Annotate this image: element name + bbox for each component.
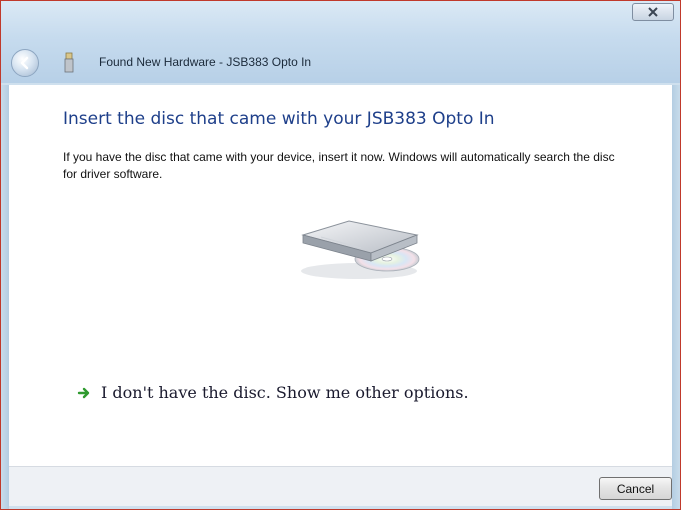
cancel-button[interactable]: Cancel xyxy=(599,477,672,500)
window-frame-right xyxy=(672,85,680,509)
close-x-icon xyxy=(648,7,658,17)
content-pane: Insert the disc that came with your JSB3… xyxy=(9,85,672,466)
title-bar: Found New Hardware - JSB383 Opto In xyxy=(1,1,680,83)
close-button[interactable] xyxy=(632,3,674,21)
no-disc-option-link[interactable]: I don't have the disc. Show me other opt… xyxy=(77,383,469,402)
green-arrow-icon xyxy=(77,387,90,398)
back-arrow-icon xyxy=(20,56,29,70)
button-bar: Cancel xyxy=(9,466,672,506)
instructions-text: If you have the disc that came with your… xyxy=(63,150,615,181)
no-disc-option-text: I don't have the disc. Show me other opt… xyxy=(101,383,469,402)
wizard-window: Found New Hardware - JSB383 Opto In Inse… xyxy=(0,0,681,510)
optical-drive-disc-icon xyxy=(301,220,420,279)
page-heading: Insert the disc that came with your JSB3… xyxy=(63,109,495,129)
back-button[interactable] xyxy=(11,49,39,77)
usb-device-icon xyxy=(64,52,74,73)
window-frame-left xyxy=(1,85,9,509)
window-title: Found New Hardware - JSB383 Opto In xyxy=(99,55,312,69)
